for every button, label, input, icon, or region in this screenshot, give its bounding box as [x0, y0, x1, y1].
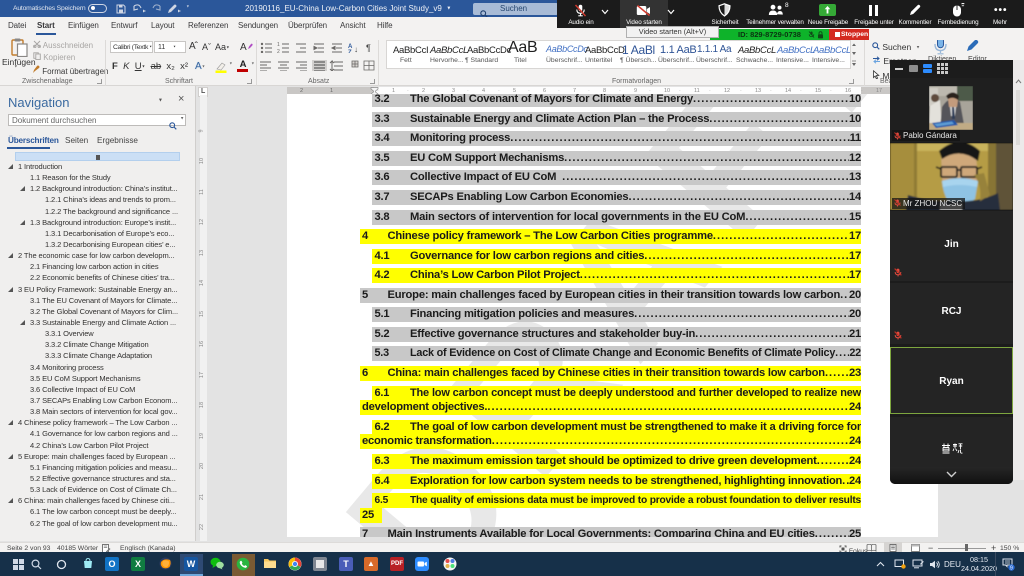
svg-text:Z: Z: [348, 50, 352, 53]
svg-text:¶: ¶: [366, 43, 371, 53]
svg-text:9: 9: [1010, 566, 1013, 572]
svg-text:1: 1: [277, 42, 280, 48]
svg-text:↓: ↓: [354, 45, 358, 53]
svg-text:2: 2: [277, 49, 280, 53]
